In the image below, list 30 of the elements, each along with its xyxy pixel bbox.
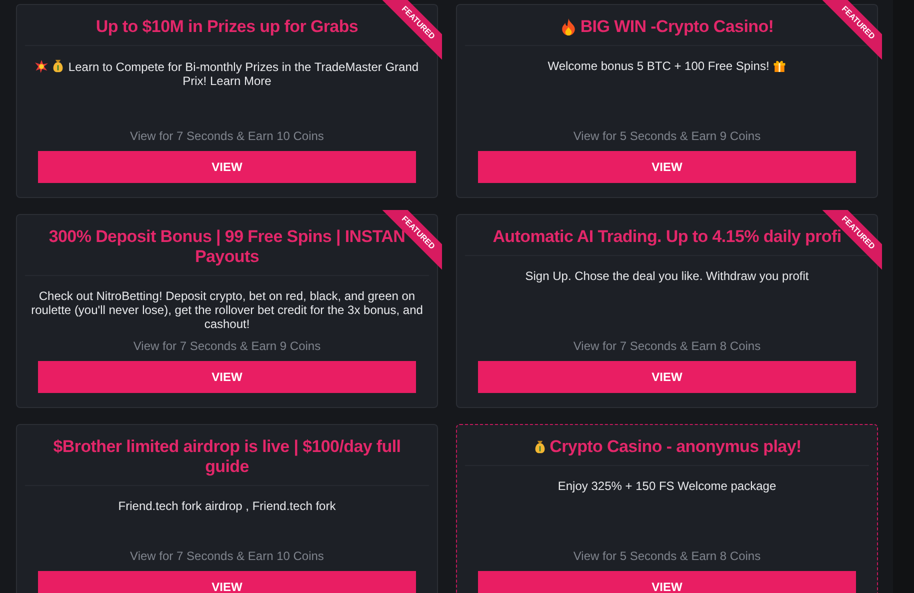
- offer-description: Sign Up. Chose the deal you like. Withdraw you profit: [525, 269, 809, 283]
- reward-text: View for 7 Seconds & Earn 9 Coins: [133, 338, 321, 355]
- offer-description: Check out NitroBetting! Deposit crypto, bet on red, black, and green on roulette (you'll never lose), get the rollover bet credit for the 3x bonus, and cashout!: [31, 289, 423, 331]
- offer-description: Welcome bonus 5 BTC + 100 Free Spins!: [548, 59, 770, 73]
- offer-title: Crypto Casino - anonymus play!: [550, 437, 802, 457]
- view-button[interactable]: VIEW: [38, 151, 416, 183]
- view-button[interactable]: VIEW: [478, 571, 856, 593]
- offer-title: guide: [205, 457, 249, 477]
- offer-title: $Brother limited airdrop is live | $100/day full: [53, 437, 401, 457]
- view-button[interactable]: VIEW: [478, 151, 856, 183]
- view-button[interactable]: VIEW: [38, 571, 416, 593]
- offer-description: Enjoy 325% + 150 FS Welcome package: [558, 479, 776, 493]
- reward-text: View for 7 Seconds & Earn 10 Coins: [130, 548, 324, 565]
- offer-title: Up to $10M in Prizes up for Grabs: [96, 17, 358, 37]
- view-button[interactable]: VIEW: [38, 361, 416, 393]
- offer-description: Friend.tech fork airdrop , Friend.tech fork: [118, 499, 336, 513]
- gift-icon: [773, 59, 786, 72]
- reward-text: View for 7 Seconds & Earn 8 Coins: [573, 338, 761, 355]
- burst-icon: [35, 60, 48, 73]
- offer-title: Payouts: [194, 247, 260, 267]
- reward-text: View for 5 Seconds & Earn 8 Coins: [573, 548, 761, 565]
- offer-title: Automatic AI Trading. Up to 4.15% daily profi: [492, 227, 842, 247]
- money-bag-icon: [51, 59, 66, 73]
- view-button[interactable]: VIEW: [478, 361, 856, 393]
- fire-icon: [560, 18, 578, 36]
- reward-text: View for 7 Seconds & Earn 10 Coins: [130, 128, 324, 145]
- money-bag-icon: [532, 440, 547, 454]
- offer-title: BIG WIN -Crypto Casino!: [580, 17, 774, 37]
- offer-description: Learn to Compete for Bi-monthly Prizes in the TradeMaster Grand Prix! Learn More: [68, 60, 419, 88]
- reward-text: View for 5 Seconds & Earn 9 Coins: [573, 128, 761, 145]
